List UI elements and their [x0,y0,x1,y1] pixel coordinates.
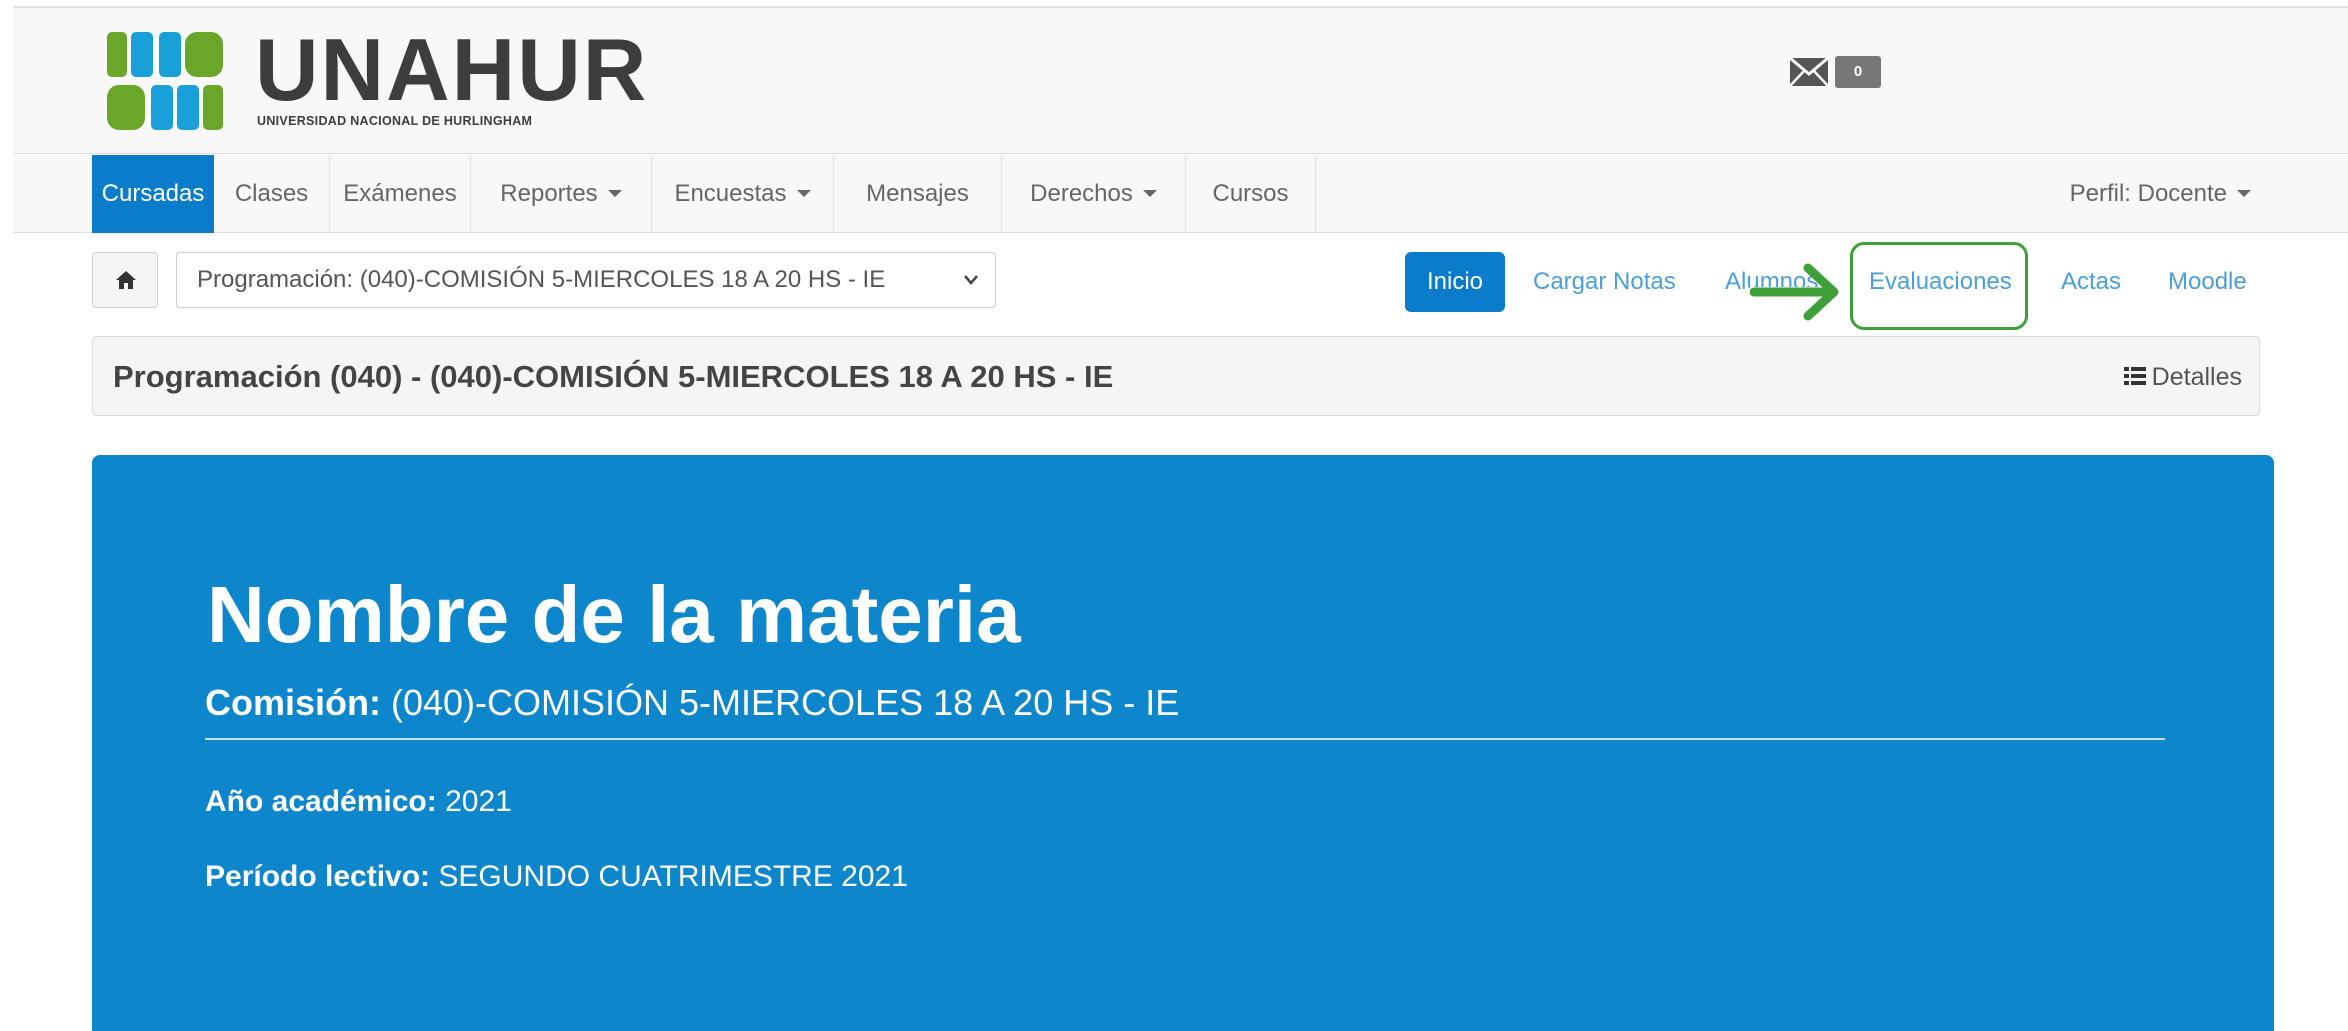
nav-tab-label: Mensajes [866,180,969,207]
messages-indicator[interactable]: 0 [1790,56,1882,88]
evaluaciones-highlight [1850,242,2028,330]
message-count-badge: 0 [1835,56,1881,88]
subnav-label: Inicio [1426,268,1484,295]
nav-tab-mensajes[interactable]: Mensajes [834,155,1002,233]
nav-tab-label: Exámenes [343,180,457,207]
anio-label: Año académico: [205,785,437,818]
nav-tab-cursos[interactable]: Cursos [1186,155,1316,233]
comision-label: Comisión: [205,682,381,723]
nav-tab-examenes[interactable]: Exámenes [330,155,471,233]
nav-tab-label: Clases [234,180,309,207]
main-nav: Cursadas Clases Exámenes Reportes Encues… [13,155,2348,233]
home-icon [116,271,136,289]
nav-tab-clases[interactable]: Clases [214,155,330,233]
programacion-select-value: Programación: (040)-COMISIÓN 5-MIERCOLES… [197,266,886,293]
subnav-label: Cargar Notas [1533,268,1676,295]
list-icon [2123,367,2146,386]
periodo-value: SEGUNDO CUATRIMESTRE 2021 [430,860,908,893]
brand-name: UNAHUR [255,20,649,119]
comision-line: Comisión: (040)-COMISIÓN 5-MIERCOLES 18 … [205,685,1179,721]
subnav-actas[interactable]: Actas [2061,252,2121,312]
subnav-inicio[interactable]: Inicio [1405,252,1505,312]
details-button[interactable]: Detalles [2123,337,2242,417]
subnav-moodle[interactable]: Moodle [2168,252,2247,312]
nav-tab-label: Cursos [1212,180,1289,207]
subnav-label: Moodle [2168,268,2247,295]
caret-down-icon [2237,189,2251,197]
programacion-title: Programación (040) - (040)-COMISIÓN 5-MI… [113,359,1114,394]
subnav-label: Actas [2061,268,2122,295]
top-header: UNAHUR UNIVERSIDAD NACIONAL DE HURLINGHA… [13,6,2348,154]
periodo-label: Período lectivo: [205,860,431,893]
nav-tab-label: Reportes [500,180,598,207]
profile-menu[interactable]: Perfil: Docente [2070,155,2251,233]
profile-label: Perfil: Docente [2069,180,2227,207]
nav-tab-label: Cursadas [101,180,205,207]
arrow-right-icon [1750,263,1839,321]
anio-value: 2021 [436,785,512,818]
home-button[interactable] [92,252,158,308]
brand-subtitle: UNIVERSIDAD NACIONAL DE HURLINGHAM [257,114,533,128]
unahur-logo[interactable]: UNAHUR UNIVERSIDAD NACIONAL DE HURLINGHA… [107,26,646,136]
comision-value: (040)-COMISIÓN 5-MIERCOLES 18 A 20 HS - … [381,682,1180,723]
course-hero: Nombre de la materia Comisión: (040)-COM… [92,455,2274,1031]
caret-down-icon [1142,189,1157,197]
nav-tab-derechos[interactable]: Derechos [1002,155,1186,233]
nav-tab-label: Encuestas [674,180,787,207]
nav-tab-encuestas[interactable]: Encuestas [652,155,834,233]
hero-divider [205,738,2165,740]
caret-down-icon [607,189,622,197]
details-label: Detalles [2151,363,2242,391]
nav-tab-label: Derechos [1030,180,1133,207]
course-name: Nombre de la materia [207,570,1021,659]
anio-line: Año académico: 2021 [205,787,512,817]
caret-down-icon [796,189,811,197]
periodo-line: Período lectivo: SEGUNDO CUATRIMESTRE 20… [205,862,908,892]
nav-tab-reportes[interactable]: Reportes [471,155,652,233]
chevron-down-icon [964,275,978,285]
logo-mark-icon [107,32,223,130]
nav-tab-cursadas[interactable]: Cursadas [92,155,214,233]
programacion-panel: Programación (040) - (040)-COMISIÓN 5-MI… [92,336,2260,416]
programacion-select[interactable]: Programación: (040)-COMISIÓN 5-MIERCOLES… [176,252,996,308]
envelope-icon [1790,58,1828,86]
subnav-cargar-notas[interactable]: Cargar Notas [1533,252,1676,312]
